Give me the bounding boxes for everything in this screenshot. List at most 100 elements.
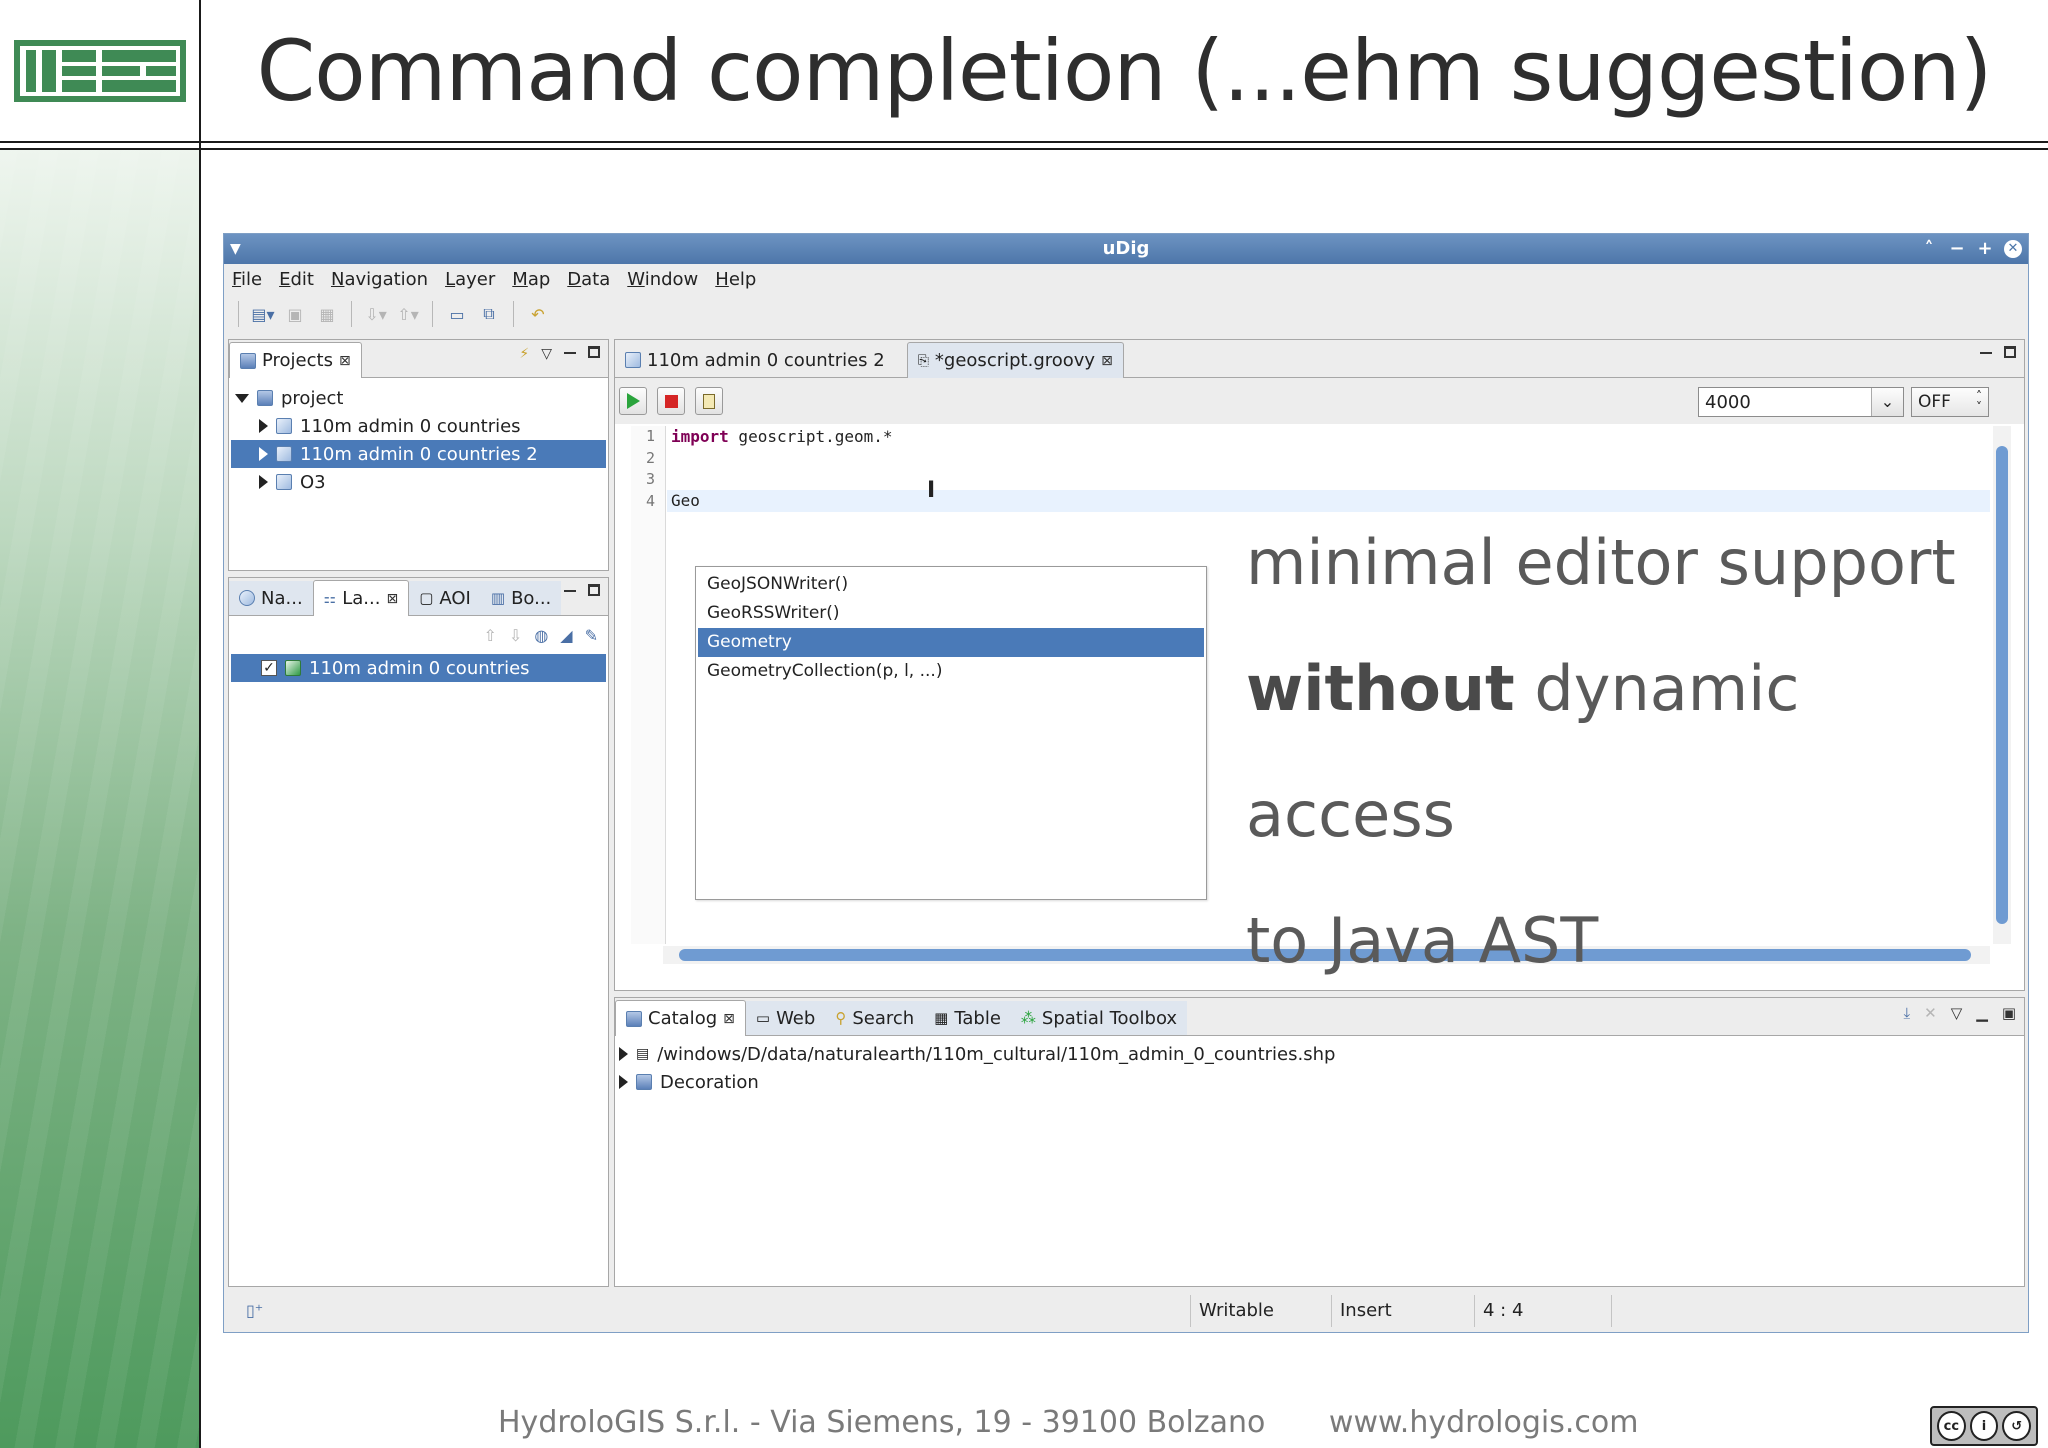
view-menu-icon[interactable]: ▽ xyxy=(541,346,552,362)
print-icon[interactable]: ⧉ xyxy=(477,302,501,326)
expand-icon[interactable] xyxy=(619,1047,628,1061)
menu-map[interactable]: Map xyxy=(512,269,550,290)
tab-label: Search xyxy=(852,1007,915,1029)
statusbar: ▯⁺ Writable Insert 4 : 4 xyxy=(224,1289,2028,1333)
tab-search[interactable]: ⚲ Search xyxy=(825,1001,925,1035)
close-icon[interactable]: ⊠ xyxy=(386,591,398,607)
catalog-panel: Catalog ⊠ ▭ Web ⚲ Search ▦ Table ⁂ Spati… xyxy=(614,997,2025,1287)
footer-url[interactable]: www.hydrologis.com xyxy=(1329,1405,1639,1440)
slide-header-rule xyxy=(0,141,2048,143)
spinner-arrows-icon[interactable]: ˄ ˅ xyxy=(1976,390,1982,413)
menu-layer[interactable]: Layer xyxy=(445,269,495,290)
toolbar-separator xyxy=(238,301,239,327)
tab-catalog[interactable]: Catalog ⊠ xyxy=(615,1000,746,1036)
toolbar-separator xyxy=(351,301,352,327)
expand-icon[interactable] xyxy=(259,447,268,461)
stop-button[interactable] xyxy=(657,387,685,415)
screen-icon[interactable]: ▭ xyxy=(445,302,469,326)
tree-item-map[interactable]: O3 xyxy=(231,468,606,496)
tab-aoi[interactable]: ▢ AOI xyxy=(409,581,481,615)
tab-bookmarks[interactable]: ▥ Bo... xyxy=(480,581,562,615)
layer-icon xyxy=(285,660,301,676)
tab-spatial-toolbox[interactable]: ⁂ Spatial Toolbox xyxy=(1010,1001,1188,1035)
catalog-item-shapefile[interactable]: ▤ /windows/D/data/naturalearth/110m_cult… xyxy=(619,1040,2024,1068)
move-up-icon[interactable]: ⇧ xyxy=(484,626,497,645)
close-icon[interactable]: ⊠ xyxy=(723,1011,735,1027)
catalog-item-decoration[interactable]: Decoration xyxy=(619,1068,2024,1096)
chevron-down-icon[interactable]: ⌄ xyxy=(1871,388,1903,416)
maximize-icon[interactable]: ▣ xyxy=(2002,1004,2016,1022)
wizard-icon[interactable]: ◢ xyxy=(560,626,572,645)
tab-navigation[interactable]: Na... xyxy=(229,581,313,615)
forward-icon[interactable]: ⇧▾ xyxy=(396,302,420,326)
remove-icon[interactable]: ✕ xyxy=(1924,1004,1937,1022)
back-icon[interactable]: ⇩▾ xyxy=(364,302,388,326)
memory-combo[interactable]: 4000 ⌄ xyxy=(1698,387,1904,417)
new-dropdown-icon[interactable]: ▤▾ xyxy=(251,302,275,326)
undo-icon[interactable]: ↶ xyxy=(526,302,550,326)
close-icon[interactable]: ✕ xyxy=(2004,240,2022,258)
window-menu-icon[interactable]: ▼ xyxy=(230,234,241,264)
edit-icon[interactable]: ✎ xyxy=(585,626,598,645)
tab-table[interactable]: ▦ Table xyxy=(924,1001,1011,1035)
maximize-icon[interactable] xyxy=(588,346,600,358)
move-down-icon[interactable]: ⇩ xyxy=(509,626,522,645)
scrollbar-thumb[interactable] xyxy=(679,949,1971,961)
completion-item[interactable]: GeometryCollection(p, l, ...) xyxy=(698,657,1204,686)
expand-icon[interactable] xyxy=(619,1075,628,1089)
horizontal-scrollbar[interactable] xyxy=(663,946,1990,964)
maximize-icon[interactable] xyxy=(588,584,600,596)
tree-item-project[interactable]: project xyxy=(231,384,606,412)
tree-item-map-selected[interactable]: 110m admin 0 countries 2 xyxy=(231,440,606,468)
view-menu-icon[interactable]: ▽ xyxy=(1951,1004,1963,1022)
catalog-tree: ▤ /windows/D/data/naturalearth/110m_cult… xyxy=(615,1036,2024,1096)
completion-item-selected[interactable]: Geometry xyxy=(698,628,1204,657)
scrollbar-thumb[interactable] xyxy=(1996,446,2008,924)
toggle-spinner[interactable]: OFF ˄ ˅ xyxy=(1911,387,1989,417)
vertical-scrollbar[interactable] xyxy=(1993,426,2011,944)
minimize-icon[interactable] xyxy=(564,346,576,354)
shade-icon[interactable]: ˄ xyxy=(1920,234,1938,264)
code-editor[interactable]: 1 2 3 4 import geoscript.geom.* Geo I Ge… xyxy=(631,426,1990,944)
tab-projects[interactable]: Projects ⊠ xyxy=(229,342,362,378)
code-line-1: import geoscript.geom.* xyxy=(667,426,893,448)
search-icon: ⚲ xyxy=(835,1009,847,1027)
menu-help[interactable]: Help xyxy=(715,269,756,290)
menu-navigation[interactable]: Navigation xyxy=(331,269,428,290)
maximize-icon[interactable]: + xyxy=(1976,234,1994,264)
tab-geoscript[interactable]: ⎘ *geoscript.groovy ⊠ xyxy=(906,342,1124,378)
expand-icon[interactable] xyxy=(259,475,268,489)
import-icon[interactable]: ⤓ xyxy=(1904,1004,1911,1022)
tab-layers[interactable]: ⚏ La... ⊠ xyxy=(312,580,410,616)
style-icon[interactable]: ◍ xyxy=(534,626,548,645)
run-button[interactable] xyxy=(619,387,647,415)
menu-data[interactable]: Data xyxy=(567,269,610,290)
script-settings-button[interactable] xyxy=(695,387,723,415)
fast-view-icon[interactable]: ▯⁺ xyxy=(246,1301,263,1320)
script-file-icon: ⎘ xyxy=(917,352,929,369)
save-icon[interactable]: ▣ xyxy=(283,302,307,326)
menu-file[interactable]: File xyxy=(232,269,262,290)
close-icon[interactable]: ⊠ xyxy=(1101,353,1113,369)
expand-icon[interactable] xyxy=(235,393,249,403)
menu-window[interactable]: Window xyxy=(627,269,698,290)
tree-item-map[interactable]: 110m admin 0 countries xyxy=(231,412,606,440)
minimize-icon[interactable]: − xyxy=(1948,234,1966,264)
minimize-icon[interactable]: ▁ xyxy=(1976,1004,1988,1022)
layer-row[interactable]: ✓ 110m admin 0 countries xyxy=(231,654,606,682)
minimize-icon[interactable] xyxy=(1980,346,1992,354)
save-all-icon[interactable]: ▦ xyxy=(315,302,339,326)
layers-icon: ⚏ xyxy=(323,590,337,607)
close-icon[interactable]: ⊠ xyxy=(339,353,351,369)
tab-web[interactable]: ▭ Web xyxy=(745,1001,826,1035)
completion-item[interactable]: GeoJSONWriter() xyxy=(698,570,1204,599)
web-icon: ▭ xyxy=(755,1009,771,1027)
menu-edit[interactable]: Edit xyxy=(279,269,314,290)
minimize-icon[interactable] xyxy=(564,584,576,592)
maximize-icon[interactable] xyxy=(2004,346,2016,358)
tab-map[interactable]: 110m admin 0 countries 2 xyxy=(615,343,895,377)
expand-icon[interactable] xyxy=(259,419,268,433)
link-icon[interactable]: ⚡ xyxy=(519,346,529,362)
layer-visibility-checkbox[interactable]: ✓ xyxy=(261,660,277,676)
completion-item[interactable]: GeoRSSWriter() xyxy=(698,599,1204,628)
